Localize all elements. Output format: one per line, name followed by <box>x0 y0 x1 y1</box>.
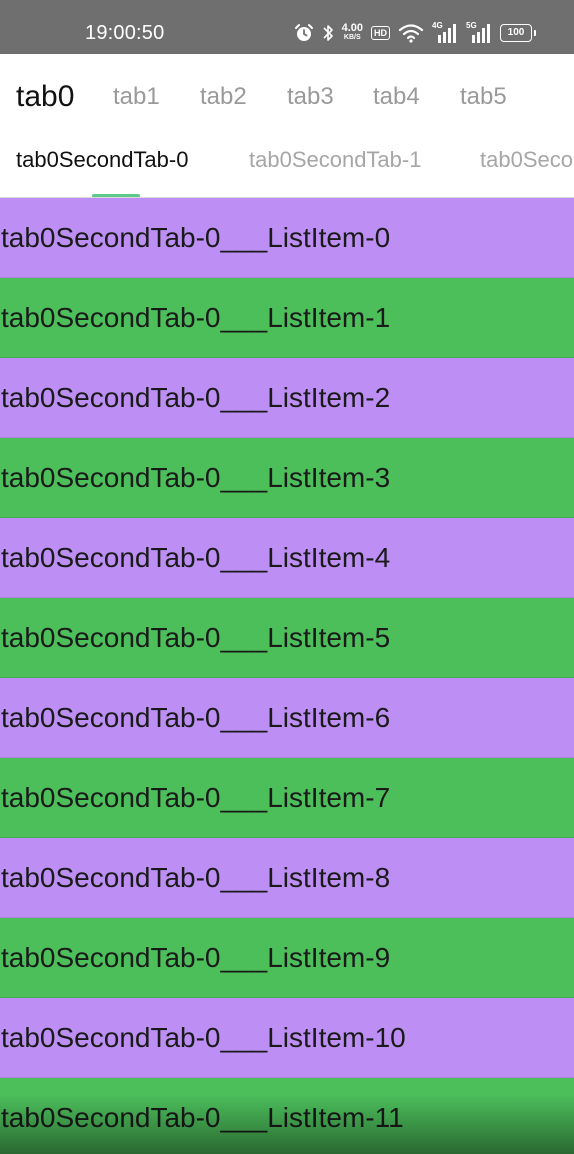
list-item-9[interactable]: tab0SecondTab-0___ListItem-9 <box>0 918 574 998</box>
second-tab-2[interactable]: tab0SecondTab-2 <box>480 130 574 190</box>
list-item-1[interactable]: tab0SecondTab-0___ListItem-1 <box>0 278 574 358</box>
second-tab-1[interactable]: tab0SecondTab-1 <box>249 130 421 190</box>
tab-5[interactable]: tab5 <box>460 54 507 130</box>
tab-0[interactable]: tab0 <box>16 54 74 130</box>
network-speed: 4.00 KB/S <box>341 22 363 42</box>
list-item-11[interactable]: tab0SecondTab-0___ListItem-11 <box>0 1078 574 1154</box>
network-speed-value: 4.00 <box>341 22 363 34</box>
signal-4g-icon: 4G <box>432 21 458 43</box>
alarm-icon <box>294 23 314 43</box>
tab-1[interactable]: tab1 <box>113 54 160 130</box>
second-tab-bar: tab0SecondTab-0 tab0SecondTab-1 tab0Seco… <box>0 130 574 198</box>
item-list[interactable]: tab0SecondTab-0___ListItem-0 tab0SecondT… <box>0 198 574 1154</box>
list-item-6[interactable]: tab0SecondTab-0___ListItem-6 <box>0 678 574 758</box>
battery-icon: 100 <box>500 24 536 42</box>
tab-3[interactable]: tab3 <box>287 54 334 130</box>
second-tab-0[interactable]: tab0SecondTab-0 <box>16 130 188 190</box>
wifi-icon <box>398 23 424 43</box>
tab-4[interactable]: tab4 <box>373 54 420 130</box>
signal-5g-icon: 5G <box>466 21 492 43</box>
list-item-5[interactable]: tab0SecondTab-0___ListItem-5 <box>0 598 574 678</box>
list-item-0[interactable]: tab0SecondTab-0___ListItem-0 <box>0 198 574 278</box>
list-item-8[interactable]: tab0SecondTab-0___ListItem-8 <box>0 838 574 918</box>
list-item-3[interactable]: tab0SecondTab-0___ListItem-3 <box>0 438 574 518</box>
list-item-2[interactable]: tab0SecondTab-0___ListItem-2 <box>0 358 574 438</box>
app-screen: 19:00:50 4.00 KB/S HD 4G 5G 100 tab0 tab… <box>0 0 574 1154</box>
list-item-10[interactable]: tab0SecondTab-0___ListItem-10 <box>0 998 574 1078</box>
tab-2[interactable]: tab2 <box>200 54 247 130</box>
status-time: 19:00:50 <box>85 22 165 44</box>
network-speed-unit: KB/S <box>343 34 361 41</box>
list-item-4[interactable]: tab0SecondTab-0___ListItem-4 <box>0 518 574 598</box>
status-icons: 4.00 KB/S HD 4G 5G 100 <box>294 20 536 46</box>
status-bar: 19:00:50 4.00 KB/S HD 4G 5G 100 <box>0 0 574 54</box>
bluetooth-icon <box>322 23 334 43</box>
list-item-7[interactable]: tab0SecondTab-0___ListItem-7 <box>0 758 574 838</box>
signal-4g-label: 4G <box>432 21 443 30</box>
hd-icon: HD <box>371 26 390 40</box>
signal-5g-label: 5G <box>466 21 477 30</box>
top-tab-bar: tab0 tab1 tab2 tab3 tab4 tab5 <box>0 54 574 130</box>
